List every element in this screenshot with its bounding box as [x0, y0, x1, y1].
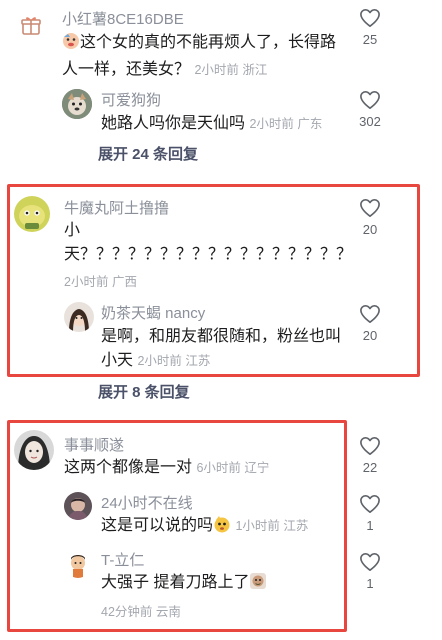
- reply-username[interactable]: T-立仁: [101, 549, 144, 570]
- reply-text-line: 小天: [101, 352, 134, 369]
- reply-username[interactable]: 24小时不在线: [101, 492, 193, 513]
- reply-location: 江苏: [185, 354, 211, 368]
- comment-location: 辽宁: [244, 461, 270, 475]
- reply-meta: 2小时前 广东: [249, 117, 322, 131]
- like-count: 20: [362, 222, 378, 237]
- avatar[interactable]: [64, 302, 94, 332]
- gift-icon[interactable]: [20, 14, 42, 36]
- heart-outline-icon: [360, 91, 380, 109]
- like-button[interactable]: 25: [354, 8, 386, 47]
- comment-text: 小 天？？？？？？？？？？？？？？？？？: [64, 219, 352, 267]
- like-button[interactable]: 302: [354, 90, 386, 129]
- like-button[interactable]: 22: [354, 436, 386, 475]
- reply-meta: 1小时前 江苏: [235, 519, 308, 533]
- reply-location: 广东: [297, 117, 323, 131]
- avatar[interactable]: [64, 492, 92, 520]
- like-button[interactable]: 1: [354, 552, 386, 591]
- comment-text-line: 小: [64, 222, 81, 239]
- avatar[interactable]: [64, 550, 92, 578]
- expand-replies-button[interactable]: 展开 24 条回复: [98, 143, 198, 164]
- heart-outline-icon: [360, 437, 380, 455]
- reply-username[interactable]: 可爱狗狗: [101, 89, 161, 110]
- avatar[interactable]: [62, 89, 92, 119]
- reply-meta: 42分钟前 云南: [101, 601, 181, 620]
- reply-text-line: 这是可以说的吗: [101, 517, 214, 534]
- heart-outline-icon: [360, 199, 380, 217]
- reply-text-line: 是啊，和朋友都很随和，粉丝也叫: [101, 328, 342, 345]
- reply-time: 42分钟前: [101, 605, 153, 619]
- comment-text: 这个女的真的不能再烦人了，长得路 人一样，还美女？ 2小时前 浙江: [62, 31, 342, 82]
- comment-username[interactable]: 牛魔丸阿土撸撸: [64, 197, 169, 218]
- comment-location: 浙江: [242, 63, 268, 77]
- reply-time: 1小时前: [235, 519, 280, 533]
- comment-text-line: 这个女的真的不能再烦人了，长得路: [80, 34, 337, 51]
- expand-replies-button[interactable]: 展开 8 条回复: [98, 381, 190, 402]
- comment-time: 6小时前: [196, 461, 241, 475]
- comment-text-line: 人一样，还美女？: [62, 61, 191, 78]
- comment-time: 2小时前: [64, 275, 109, 289]
- emoji-icon: [213, 515, 231, 541]
- reply-text: 这是可以说的吗 1小时前 江苏: [101, 514, 351, 541]
- heart-outline-icon: [360, 305, 380, 323]
- comment-time: 2小时前: [194, 63, 239, 77]
- comment-text: 这两个都像是一对 6小时前 辽宁: [64, 456, 344, 480]
- reply-location: 云南: [155, 605, 181, 619]
- reply-time: 2小时前: [249, 117, 294, 131]
- like-button[interactable]: 20: [354, 198, 386, 237]
- reply-time: 2小时前: [137, 354, 182, 368]
- heart-outline-icon: [360, 553, 380, 571]
- emoji-icon: [249, 572, 267, 598]
- reply-meta: 2小时前 江苏: [137, 354, 210, 368]
- heart-outline-icon: [360, 9, 380, 27]
- comment-text-line: 天？？？？？？？？？？？？？？？？？: [64, 246, 353, 263]
- comment-username[interactable]: 事事顺遂: [64, 434, 124, 455]
- like-count: 1: [366, 576, 374, 591]
- reply-username[interactable]: 奶茶天蝎 nancy: [101, 302, 205, 323]
- comment-meta: 2小时前 浙江: [194, 63, 267, 77]
- like-button[interactable]: 20: [354, 304, 386, 343]
- comment-location: 广西: [111, 275, 137, 289]
- like-count: 20: [362, 328, 378, 343]
- avatar[interactable]: [14, 430, 54, 470]
- reply-text-line: 大强子 提着刀路上了: [101, 574, 250, 591]
- heart-outline-icon: [360, 495, 380, 513]
- avatar[interactable]: [14, 196, 50, 232]
- emoji-icon: [62, 32, 80, 58]
- comment-text-line: 这两个都像是一对: [64, 459, 193, 476]
- reply-text-line: 她路人吗你是天仙吗: [101, 115, 246, 132]
- reply-text: 她路人吗你是天仙吗 2小时前 广东: [101, 112, 351, 136]
- reply-location: 江苏: [283, 519, 309, 533]
- like-button[interactable]: 1: [354, 494, 386, 533]
- comment-meta: 2小时前 广西: [64, 271, 137, 290]
- reply-text: 是啊，和朋友都很随和，粉丝也叫 小天 2小时前 江苏: [101, 325, 351, 373]
- comment-username[interactable]: 小红薯8CE16DBE: [62, 8, 184, 29]
- like-count: 1: [366, 518, 374, 533]
- comment-meta: 6小时前 辽宁: [196, 461, 269, 475]
- reply-text: 大强子 提着刀路上了: [101, 571, 351, 598]
- like-count: 302: [359, 114, 381, 129]
- like-count: 22: [362, 460, 378, 475]
- like-count: 25: [362, 32, 378, 47]
